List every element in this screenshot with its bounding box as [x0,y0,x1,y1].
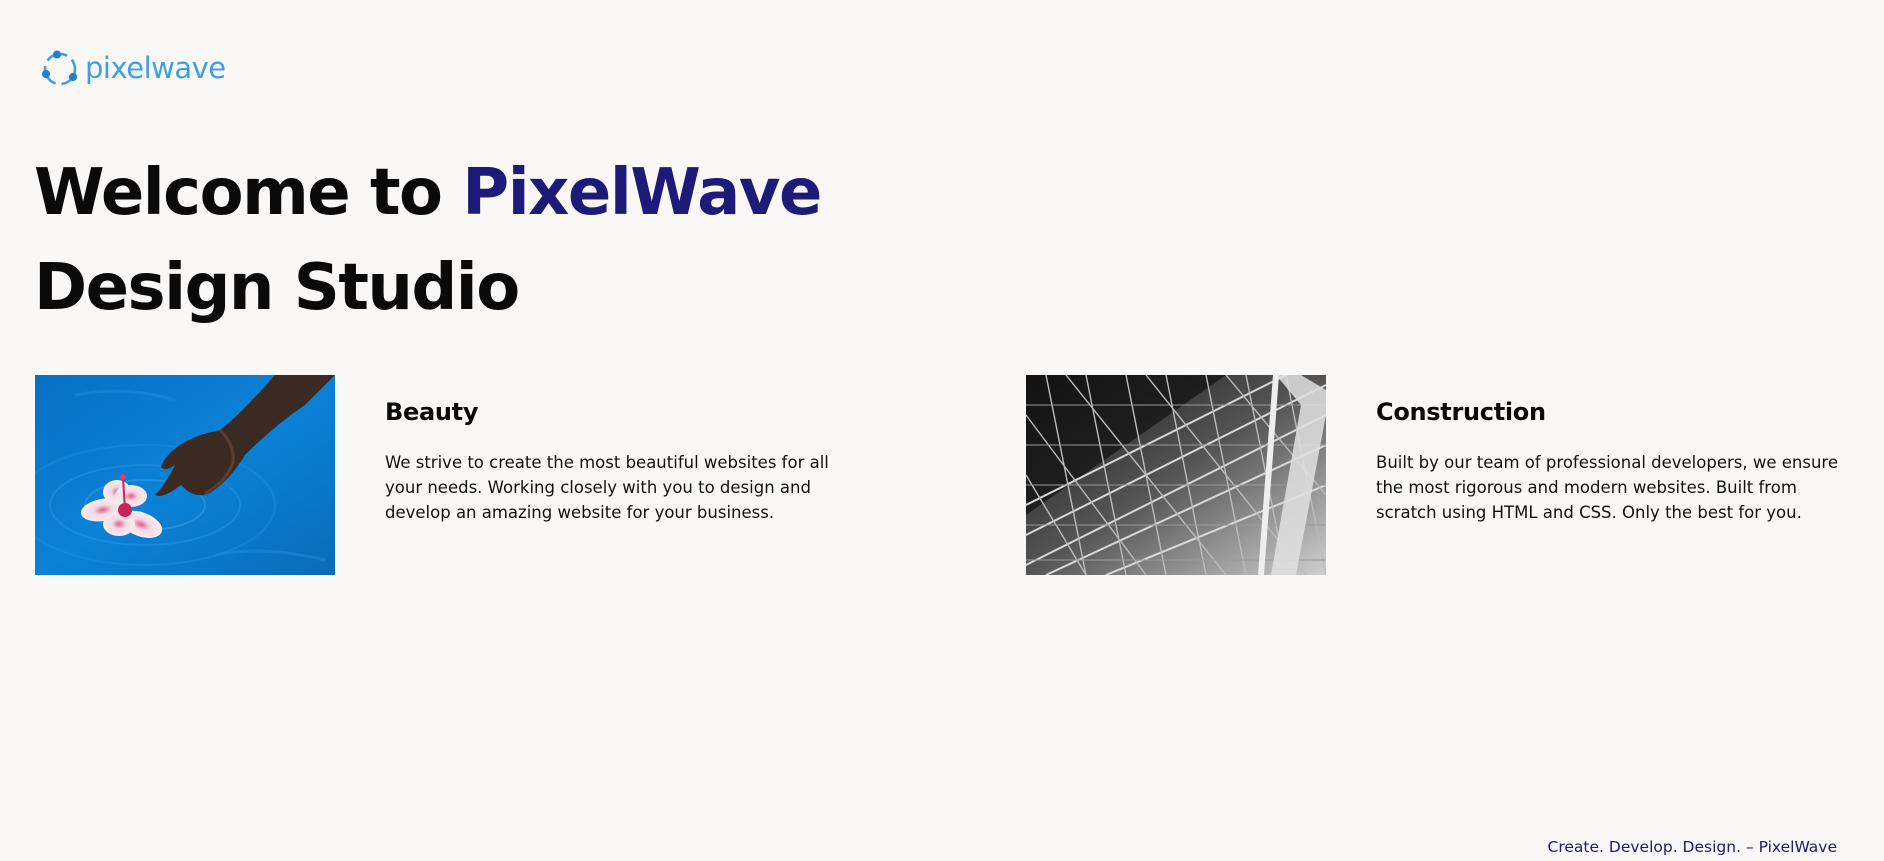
title-subline: Design Studio [34,251,520,325]
page-title: Welcome to PixelWave Design Studio [34,146,822,336]
card-description: We strive to create the most beautiful w… [385,453,829,522]
card-description: Built by our team of professional develo… [1376,453,1838,522]
logo-text: pixelwave [85,50,226,85]
title-brand: PixelWave [462,156,822,230]
logo-link[interactable]: pixelwave [40,48,226,88]
steel-truss-structure-photo [1026,375,1326,575]
title-prefix: Welcome to [34,156,463,230]
footer-tagline: Create. Develop. Design. – PixelWave [1547,838,1837,856]
orbit-circle-icon [40,48,80,88]
hand-touching-flower-in-pool-photo [35,375,335,575]
card-title: Construction [1376,398,1546,426]
card-title: Beauty [385,398,479,426]
